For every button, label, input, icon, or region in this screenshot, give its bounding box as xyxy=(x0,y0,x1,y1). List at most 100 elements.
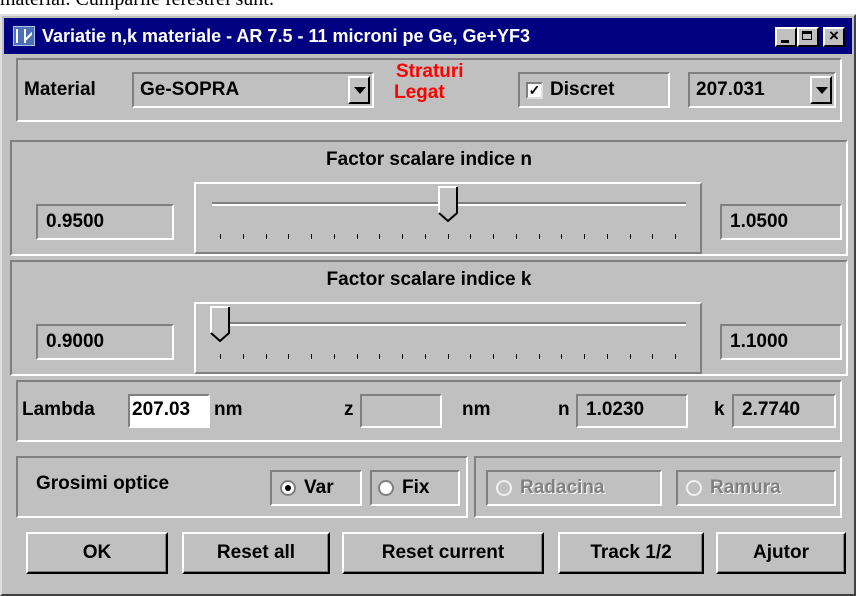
slider-tick xyxy=(539,354,540,359)
radacina-radio[interactable]: Radacina xyxy=(486,470,662,506)
slider-tick xyxy=(266,354,267,359)
radio-disabled-icon xyxy=(686,480,702,496)
minimize-icon xyxy=(781,40,789,43)
radio-selected-icon xyxy=(280,480,296,496)
slider-tick xyxy=(607,354,608,359)
material-group: Material Ge-SOPRA Straturi Legat ✓ Discr… xyxy=(16,58,842,122)
slider-tick xyxy=(470,234,471,239)
slider-tick xyxy=(516,234,517,239)
checkmark-icon: ✓ xyxy=(526,82,543,99)
n-value: 1.0230 xyxy=(576,394,688,428)
title-bar[interactable]: Variatie n,k materiale - AR 7.5 - 11 mic… xyxy=(4,18,852,54)
slider-tick xyxy=(652,354,653,359)
slider-tick xyxy=(493,234,494,239)
ok-button[interactable]: OK xyxy=(26,532,168,574)
slider-tick xyxy=(402,234,403,239)
material-select-value: Ge-SOPRA xyxy=(140,79,240,100)
dialog-window: Variatie n,k materiale - AR 7.5 - 11 mic… xyxy=(0,14,856,596)
k-scale-slider[interactable] xyxy=(194,302,702,374)
close-button[interactable]: × xyxy=(823,26,845,47)
ramura-radio[interactable]: Ramura xyxy=(676,470,836,506)
slider-tick xyxy=(652,234,653,239)
discret-label: Discret xyxy=(550,79,615,100)
k-label: k xyxy=(714,399,725,420)
k-slider-track[interactable] xyxy=(212,322,686,326)
slider-tick xyxy=(288,234,289,239)
ramura-label: Ramura xyxy=(710,477,781,498)
slider-tick xyxy=(493,354,494,359)
maximize-button[interactable] xyxy=(797,27,819,47)
k-slider-thumb[interactable] xyxy=(210,306,230,342)
slider-tick xyxy=(607,234,608,239)
n-slider-ticks xyxy=(220,234,676,240)
var-radio[interactable]: Var xyxy=(270,470,362,506)
maximize-icon xyxy=(802,31,812,40)
slider-tick xyxy=(402,354,403,359)
radacina-label: Radacina xyxy=(520,477,605,498)
lambda-input[interactable]: 207.03 xyxy=(128,394,210,428)
close-icon: × xyxy=(829,26,839,45)
fix-radio[interactable]: Fix xyxy=(370,470,460,506)
slider-tick xyxy=(334,234,335,239)
track-button[interactable]: Track 1/2 xyxy=(558,532,704,574)
n-slider-thumb[interactable] xyxy=(438,186,458,222)
slider-tick xyxy=(220,234,221,239)
slider-tick xyxy=(448,354,449,359)
n-label: n xyxy=(558,399,570,420)
reset-all-button[interactable]: Reset all xyxy=(182,532,330,574)
k-scale-title: Factor scalare indice k xyxy=(326,269,532,290)
slider-tick xyxy=(675,234,676,239)
slider-tick xyxy=(357,234,358,239)
slider-tick xyxy=(561,354,562,359)
slider-tick xyxy=(266,234,267,239)
discret-checkbox[interactable]: ✓ Discret xyxy=(518,72,670,108)
k-slider-ticks xyxy=(220,354,676,360)
grosimi-label: Grosimi optice xyxy=(36,473,170,494)
n-scale-slider[interactable] xyxy=(194,182,702,254)
slider-tick xyxy=(584,354,585,359)
slider-tick xyxy=(630,234,631,239)
help-button[interactable]: Ajutor xyxy=(716,532,846,574)
lambda-select-value: 207.031 xyxy=(696,79,765,100)
slider-tick xyxy=(288,354,289,359)
slider-tick xyxy=(379,354,380,359)
root-group: Radacina Ramura xyxy=(474,456,842,518)
k-scale-group: Factor scalare indice k 0.9000 1.1000 xyxy=(10,260,848,376)
minimize-button[interactable] xyxy=(775,27,797,47)
chevron-down-icon[interactable] xyxy=(348,76,370,104)
slider-tick xyxy=(448,234,449,239)
lambda-label: Lambda xyxy=(22,399,95,420)
z-label: z xyxy=(344,399,354,420)
z-value xyxy=(360,394,442,428)
lambda-select[interactable]: 207.031 xyxy=(688,72,836,108)
k-max-value: 1.1000 xyxy=(720,324,842,360)
material-label: Material xyxy=(24,79,96,100)
grosimi-group: Grosimi optice Var Fix xyxy=(16,456,468,518)
lambda-unit: nm xyxy=(214,399,243,420)
n-min-value: 0.9500 xyxy=(36,204,174,240)
material-select[interactable]: Ge-SOPRA xyxy=(132,72,374,108)
slider-tick xyxy=(425,354,426,359)
k-min-value: 0.9000 xyxy=(36,324,174,360)
slider-tick xyxy=(516,354,517,359)
slider-tick xyxy=(584,234,585,239)
app-icon[interactable] xyxy=(13,26,35,46)
legat-label: Legat xyxy=(394,82,445,103)
slider-tick xyxy=(311,354,312,359)
chevron-down-icon[interactable] xyxy=(810,76,832,104)
reset-current-button[interactable]: Reset current xyxy=(342,532,544,574)
radio-disabled-icon xyxy=(496,480,512,496)
document-caption: material. Cumparile ferestrei sunt: xyxy=(0,0,274,10)
slider-tick xyxy=(334,354,335,359)
slider-tick xyxy=(539,234,540,239)
slider-tick xyxy=(561,234,562,239)
window-title: Variatie n,k materiale - AR 7.5 - 11 mic… xyxy=(42,26,531,46)
slider-tick xyxy=(379,234,380,239)
slider-tick xyxy=(425,234,426,239)
slider-tick xyxy=(243,354,244,359)
slider-tick xyxy=(357,354,358,359)
n-scale-title: Factor scalare indice n xyxy=(326,149,532,170)
slider-tick xyxy=(311,234,312,239)
radio-empty-icon xyxy=(378,480,394,496)
slider-tick xyxy=(243,234,244,239)
